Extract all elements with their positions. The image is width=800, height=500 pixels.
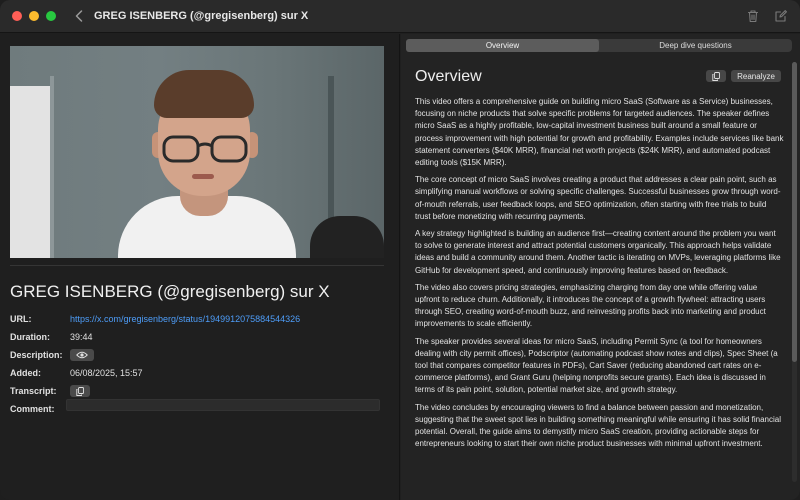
video-doorframe bbox=[50, 76, 54, 258]
app-window: GREG ISENBERG (@gregisenberg) sur X GREG… bbox=[0, 0, 800, 500]
compose-icon[interactable] bbox=[774, 9, 788, 23]
traffic-lights bbox=[12, 11, 56, 21]
video-person-mouth bbox=[192, 174, 214, 179]
reanalyze-button[interactable]: Reanalyze bbox=[731, 70, 781, 82]
scrollbar[interactable] bbox=[792, 62, 797, 482]
copy-icon bbox=[76, 386, 84, 396]
added-value: 06/08/2025, 15:57 bbox=[70, 368, 143, 378]
analysis-pane: Overview Deep dive questions Overview Re… bbox=[401, 34, 800, 500]
back-button[interactable] bbox=[72, 9, 86, 23]
show-description-button[interactable] bbox=[70, 349, 94, 361]
chevron-left-icon bbox=[75, 10, 83, 22]
close-window-button[interactable] bbox=[12, 11, 22, 21]
tab-deep-dive-questions[interactable]: Deep dive questions bbox=[599, 39, 792, 52]
trash-icon[interactable] bbox=[746, 9, 760, 23]
copy-transcript-button[interactable] bbox=[70, 385, 90, 397]
overview-paragraph: The speaker provides several ideas for m… bbox=[415, 336, 778, 395]
video-thumbnail[interactable] bbox=[10, 46, 384, 258]
overview-paragraph: The core concept of micro SaaS involves … bbox=[415, 175, 781, 221]
title-actions bbox=[746, 9, 788, 23]
video-person-glasses bbox=[162, 135, 248, 163]
overview-content: This video offers a comprehensive guide … bbox=[415, 96, 784, 455]
minimize-window-button[interactable] bbox=[29, 11, 39, 21]
overview-paragraph: The video also covers pricing strategies… bbox=[415, 282, 766, 329]
eye-icon bbox=[76, 351, 88, 359]
page-title: GREG ISENBERG (@gregisenberg) sur X bbox=[10, 282, 330, 301]
url-link[interactable]: https://x.com/gregisenberg/status/194991… bbox=[70, 314, 300, 324]
duration-label: Duration: bbox=[10, 332, 50, 342]
overview-title: Overview bbox=[415, 68, 482, 85]
divider bbox=[10, 265, 384, 266]
overview-paragraph: The video concludes by encouraging viewe… bbox=[415, 402, 781, 449]
video-person-hair bbox=[154, 70, 254, 118]
description-label: Description: bbox=[10, 350, 63, 360]
added-label: Added: bbox=[10, 368, 41, 378]
comment-label: Comment: bbox=[10, 404, 55, 414]
zoom-window-button[interactable] bbox=[46, 11, 56, 21]
overview-paragraph: A key strategy highlighted is building a… bbox=[415, 229, 781, 275]
video-door bbox=[10, 86, 50, 258]
copy-overview-button[interactable] bbox=[706, 70, 726, 82]
copy-icon bbox=[712, 71, 720, 81]
window-title: GREG ISENBERG (@gregisenberg) sur X bbox=[94, 10, 309, 22]
tab-bar: Overview Deep dive questions bbox=[406, 39, 792, 52]
transcript-label: Transcript: bbox=[10, 386, 57, 396]
tab-overview[interactable]: Overview bbox=[406, 39, 599, 52]
comment-input[interactable] bbox=[66, 399, 380, 411]
scrollbar-thumb[interactable] bbox=[792, 62, 797, 362]
duration-value: 39:44 bbox=[70, 332, 93, 342]
video-chair bbox=[310, 216, 384, 258]
detail-pane: GREG ISENBERG (@gregisenberg) sur X URL:… bbox=[0, 34, 400, 500]
overview-paragraph: This video offers a comprehensive guide … bbox=[415, 97, 784, 168]
url-label: URL: bbox=[10, 314, 32, 324]
title-bar: GREG ISENBERG (@gregisenberg) sur X bbox=[0, 0, 800, 33]
